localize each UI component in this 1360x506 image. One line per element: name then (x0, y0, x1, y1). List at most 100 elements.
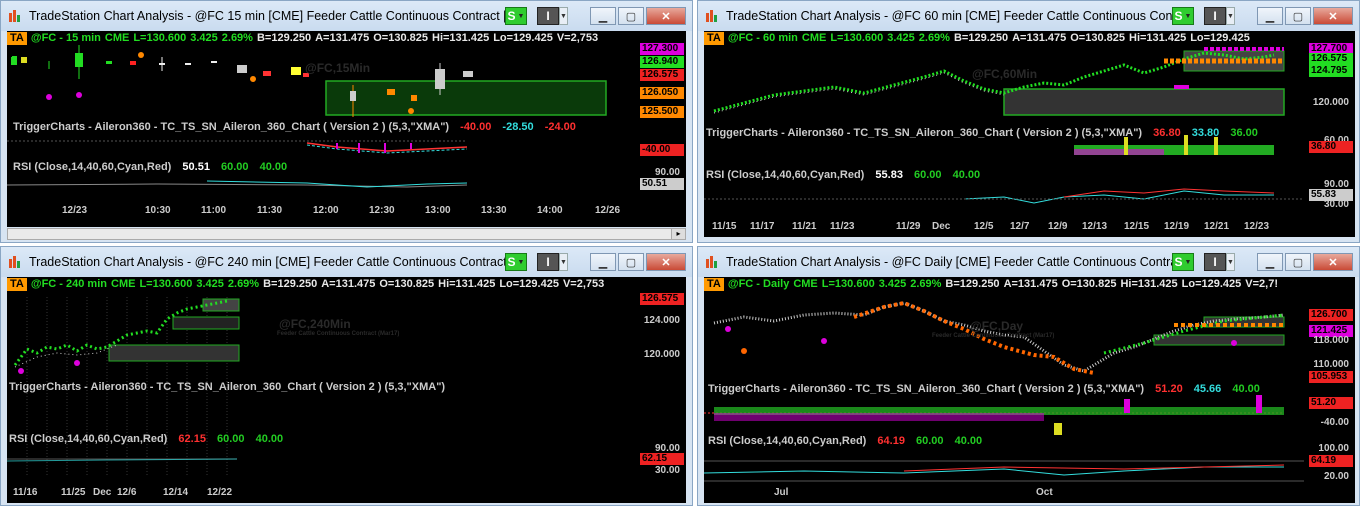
indicator-axis-label: 51.20 (1309, 397, 1353, 409)
chart-window-daily[interactable]: TradeStation Chart Analysis - @FC Daily … (697, 246, 1360, 506)
price-axis-tick: 120.000 (1312, 97, 1349, 108)
tradestation-logo-icon (706, 256, 717, 268)
indicator-axis-label: -40.00 (640, 144, 684, 156)
maximize-button[interactable]: ▢ (618, 253, 644, 271)
x-label: 12/14 (163, 487, 189, 498)
trigger-value-2: 45.66 (1193, 383, 1222, 395)
trigger-value-2: -28.50 (502, 121, 534, 133)
minimize-button[interactable]: ▁ (590, 253, 616, 271)
rsi-value-1: 62.15 (178, 433, 206, 445)
tradestation-logo-icon (9, 256, 20, 268)
strategy-button[interactable]: S ▼ (1172, 7, 1194, 25)
minimize-button[interactable]: ▁ (590, 7, 616, 25)
rsi-axis-label: 64.19 (1309, 455, 1353, 467)
x-label: Dec (932, 221, 951, 232)
indicator-dropdown-icon[interactable]: ▼ (559, 7, 568, 25)
rsi-value-3: 40.00 (259, 161, 288, 173)
candle-18 (463, 71, 473, 77)
chart-area[interactable]: TA @FC - Daily CME L=130.600 3.425 2.69%… (704, 277, 1355, 503)
close-button[interactable]: ✕ (1313, 253, 1353, 271)
trigger-value-1: 36.80 (1153, 127, 1181, 139)
zone-box-lower (108, 344, 240, 362)
rsi-axis-tick: 30.00 (1323, 199, 1349, 210)
indicator-axis-label: 36.80 (1309, 141, 1353, 153)
x-label: 11/17 (750, 221, 775, 232)
indicator-button[interactable]: I (1204, 7, 1226, 25)
time-axis: 12/23 10:30 11:00 11:30 12:00 12:30 13:0… (7, 203, 686, 219)
strategy-label: S (507, 9, 516, 23)
rsi-name: RSI (Close,14,40,60,Cyan,Red) (708, 435, 867, 447)
price-axis-label: 126.575 (640, 293, 684, 305)
x-label: 12/23 (62, 205, 88, 216)
trigger-histogram (714, 395, 1284, 435)
watermark-subtitle: Feeder Cattle Continuous Contract (Mar17… (932, 333, 1055, 339)
zone-box-lower (1003, 88, 1285, 116)
marker-1 (46, 94, 52, 100)
trigger-name: TriggerCharts - Aileron360 - TC_TS_SN_Ai… (9, 381, 446, 393)
minimize-button[interactable]: ▁ (1257, 253, 1283, 271)
indicator-button[interactable]: I (537, 253, 559, 271)
indicator-label: I (1213, 255, 1217, 269)
strategy-button[interactable]: S ▼ (505, 7, 527, 25)
x-label: 11/21 (792, 221, 817, 232)
window-title: TradeStation Chart Analysis - @FC 60 min… (726, 9, 1172, 23)
chart-area[interactable]: TA @FC - 240 min CME L=130.600 3.425 2.6… (7, 277, 686, 503)
x-label: 11:30 (257, 205, 283, 216)
strategy-label: S (507, 255, 516, 269)
indicator-button[interactable]: I (1204, 253, 1226, 271)
scroll-right-icon[interactable]: ▸ (671, 229, 685, 239)
chart-area[interactable]: TA @FC - 60 min CME L=130.600 3.425 2.69… (704, 31, 1355, 237)
x-label: 13:30 (481, 205, 507, 216)
close-button[interactable]: ✕ (1313, 7, 1353, 25)
chart-window-15min[interactable]: TradeStation Chart Analysis - @FC 15 min… (0, 0, 693, 243)
marker-1 (725, 326, 731, 332)
price-axis-label: 127.300 (640, 43, 684, 55)
indicator-dropdown-icon[interactable]: ▼ (1226, 7, 1235, 25)
chart-window-240min[interactable]: TradeStation Chart Analysis - @FC 240 mi… (0, 246, 693, 506)
x-label: 12/15 (1124, 221, 1150, 232)
marker-4 (250, 76, 256, 82)
marker-5 (408, 108, 414, 114)
x-label: 13:00 (425, 205, 451, 216)
time-axis: 11/16 11/25 Dec 12/6 12/14 12/22 (7, 485, 686, 501)
window-title: TradeStation Chart Analysis - @FC 15 min… (29, 9, 505, 23)
x-label: Jul (774, 487, 789, 498)
title-bar[interactable]: TradeStation Chart Analysis - @FC 15 min… (1, 1, 692, 31)
chart-area[interactable]: TA @FC - 15 min CME L=130.600 3.425 2.69… (7, 31, 686, 227)
window-title: TradeStation Chart Analysis - @FC Daily … (726, 255, 1172, 269)
rsi-axis-label: 50.51 (640, 178, 684, 190)
horizontal-scrollbar[interactable]: ▸ (7, 228, 686, 240)
x-label: 12/19 (1164, 221, 1190, 232)
title-bar[interactable]: TradeStation Chart Analysis - @FC Daily … (698, 247, 1359, 277)
marker-4 (1231, 340, 1237, 346)
indicator-button[interactable]: I (537, 7, 559, 25)
maximize-button[interactable]: ▢ (618, 7, 644, 25)
x-label: 12/7 (1010, 221, 1030, 232)
indicator-label: I (546, 9, 550, 23)
strategy-button[interactable]: S ▼ (1172, 253, 1194, 271)
candle-12 (291, 67, 301, 75)
price-axis-label: 126.575 (1309, 53, 1353, 65)
trigger-value-3: 40.00 (1232, 383, 1260, 395)
title-bar[interactable]: TradeStation Chart Analysis - @FC 60 min… (698, 1, 1359, 31)
maximize-button[interactable]: ▢ (1285, 7, 1311, 25)
maximize-button[interactable]: ▢ (1285, 253, 1311, 271)
marker-2 (76, 92, 82, 98)
indicator-dropdown-icon[interactable]: ▼ (1226, 253, 1235, 271)
marker-2 (74, 360, 80, 366)
close-button[interactable]: ✕ (646, 7, 686, 25)
price-bars-white (14, 344, 118, 368)
rsi-name: RSI (Close,14,40,60,Cyan,Red) (706, 169, 865, 181)
close-button[interactable]: ✕ (646, 253, 686, 271)
minimize-button[interactable]: ▁ (1257, 7, 1283, 25)
title-bar[interactable]: TradeStation Chart Analysis - @FC 240 mi… (1, 247, 692, 277)
x-label: 12:30 (369, 205, 395, 216)
time-axis: 11/15 11/17 11/21 11/23 11/29 Dec 12/5 1… (704, 219, 1355, 235)
chart-window-60min[interactable]: TradeStation Chart Analysis - @FC 60 min… (697, 0, 1360, 243)
rsi-indicator-label: RSI (Close,14,40,60,Cyan,Red) 64.19 60.0… (708, 435, 982, 447)
marker-3 (741, 348, 747, 354)
indicator-dropdown-icon[interactable]: ▼ (559, 253, 568, 271)
trigger-value-1: -40.00 (460, 121, 492, 133)
trigger-name: TriggerCharts - Aileron360 - TC_TS_SN_Ai… (13, 121, 450, 133)
strategy-button[interactable]: S ▼ (505, 253, 527, 271)
